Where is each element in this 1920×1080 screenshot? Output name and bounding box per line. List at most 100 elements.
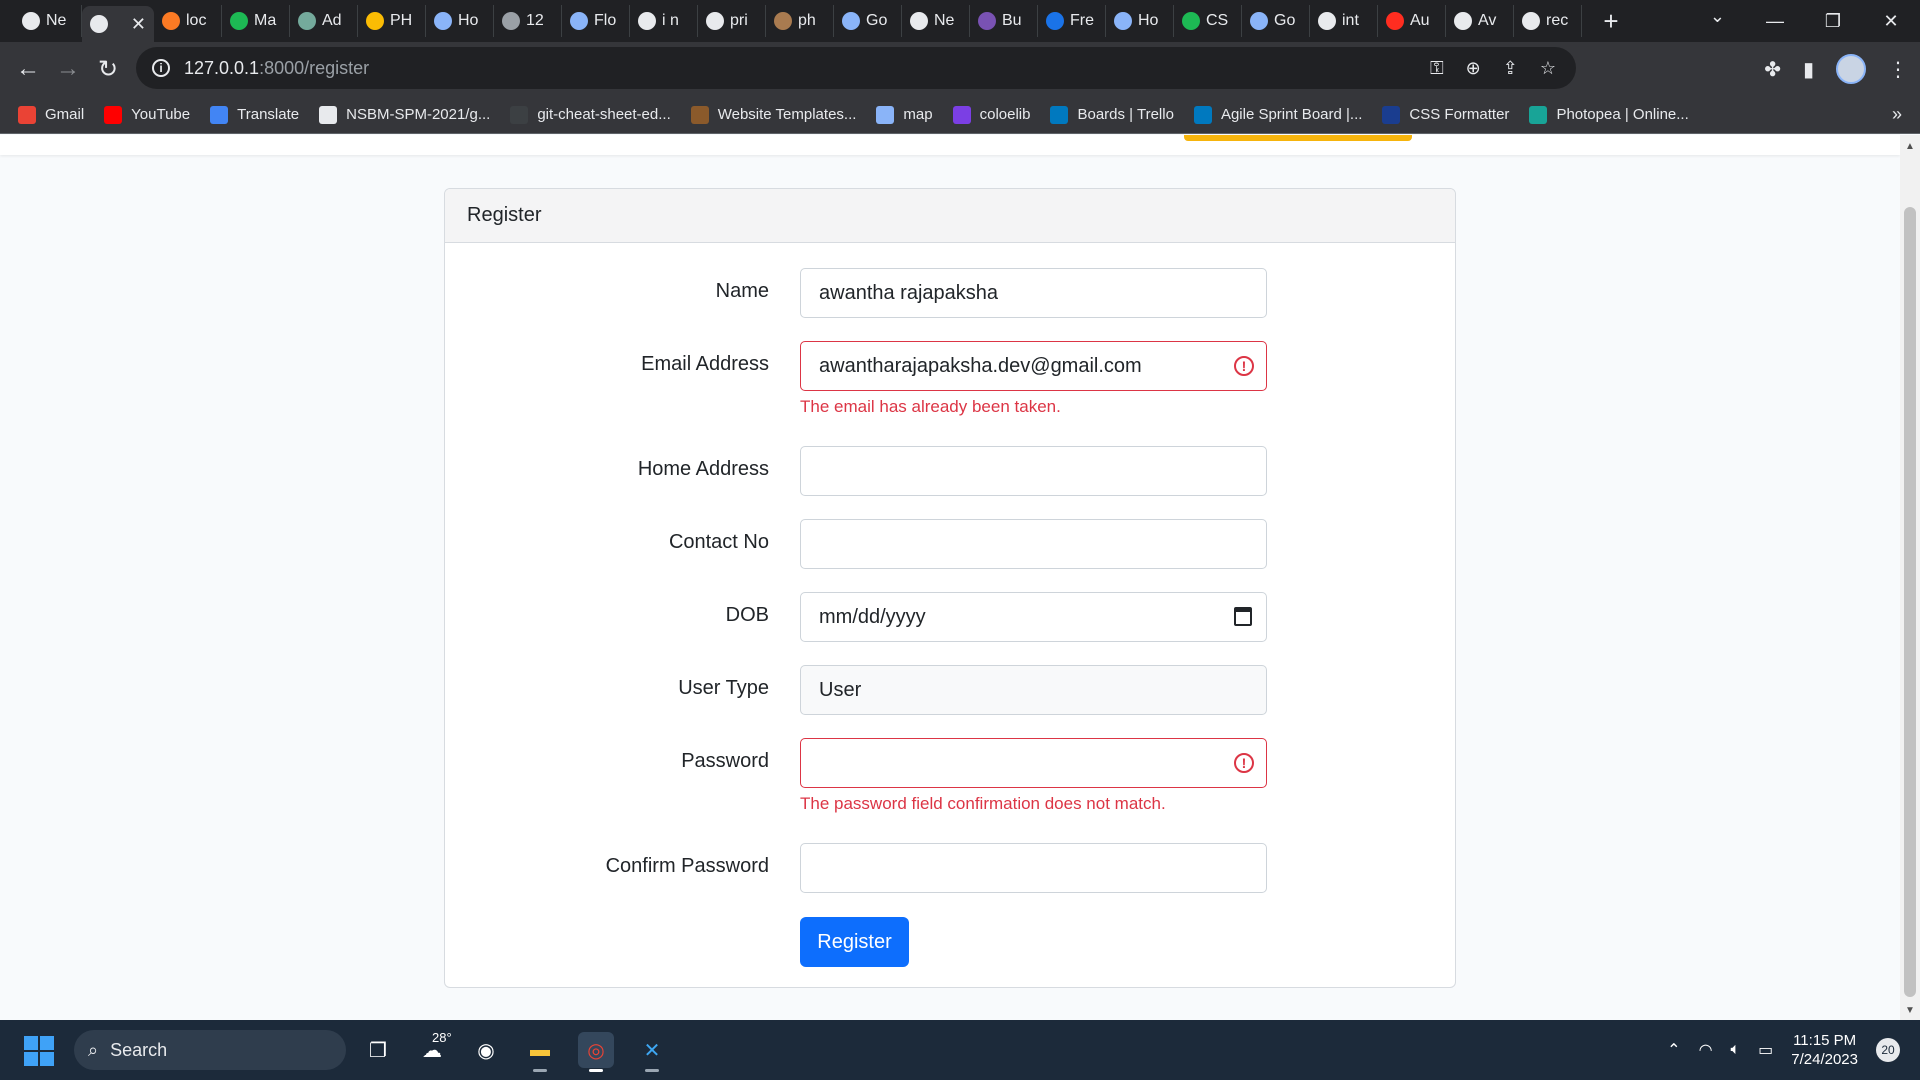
bookmark-label: git-cheat-sheet-ed... [537, 106, 671, 123]
forward-icon[interactable]: → [48, 55, 88, 83]
browser-tab[interactable]: i n [630, 5, 698, 37]
tab-label: Go [866, 12, 888, 29]
bookmark-item[interactable]: Agile Sprint Board |... [1193, 105, 1362, 124]
browser-tab[interactable]: Fre [1038, 5, 1106, 37]
gear-icon [1046, 12, 1064, 30]
vscode-icon[interactable]: ✕ [634, 1032, 670, 1072]
browser-tab[interactable]: Ho [1106, 5, 1174, 37]
tab-search-icon[interactable]: ⌄ [1710, 6, 1725, 27]
name-input[interactable]: awantha rajapaksha [800, 268, 1267, 318]
close-tab-icon[interactable]: ✕ [131, 14, 146, 35]
bookmark-label: NSBM-SPM-2021/g... [346, 106, 491, 123]
browser-tab[interactable]: Au [1378, 5, 1446, 37]
m-icon [230, 12, 248, 30]
globe-icon [502, 12, 520, 30]
reload-icon[interactable]: ↻ [88, 55, 128, 84]
clock[interactable]: 11:15 PM 7/24/2023 [1791, 1031, 1858, 1069]
browser-tab[interactable]: ✕ [82, 6, 154, 42]
bookmark-item[interactable]: NSBM-SPM-2021/g... [319, 105, 491, 124]
page-scrollbar[interactable]: ▲ ▼ [1900, 135, 1920, 1020]
map-icon [876, 105, 895, 124]
minimize-icon[interactable]: — [1746, 11, 1804, 32]
calendar-icon[interactable] [1234, 607, 1252, 626]
password-input[interactable]: ! [800, 738, 1267, 788]
home-address-input[interactable] [800, 446, 1267, 496]
browser-tab[interactable]: Ma [222, 5, 290, 37]
volume-icon[interactable]: 🔈︎ [1731, 1041, 1741, 1059]
restore-icon[interactable]: ❐ [1804, 11, 1862, 32]
profile-avatar[interactable] [1836, 54, 1866, 84]
confirm-password-input[interactable] [800, 843, 1267, 893]
bookmark-item[interactable]: YouTube [104, 105, 190, 124]
register-button[interactable]: Register [800, 917, 909, 967]
windows-taskbar: ⌕ Search ❐ ☁ 28° ◉ ▬ ◎ ✕ ⌃ ◠ 🔈︎ ▭ 11:15 … [0, 1020, 1920, 1080]
file-explorer-icon[interactable]: ▬ [522, 1032, 558, 1072]
task-view-icon[interactable]: ❐ [360, 1032, 396, 1068]
page-viewport: Register Name awantha rajapaksha Email A… [0, 135, 1900, 1020]
dob-input[interactable]: mm/dd/yyyy [800, 592, 1267, 642]
browser-tab[interactable]: Ne [902, 5, 970, 37]
address-bar[interactable]: i 127.0.0.1:8000/register ⚿ ⊕ ⇪ ☆ [136, 47, 1576, 89]
star-icon[interactable]: ☆ [1540, 58, 1556, 79]
tab-label: 12 [526, 12, 544, 29]
menu-kebab-icon[interactable]: ⋮ [1888, 57, 1908, 82]
bookmark-item[interactable]: git-cheat-sheet-ed... [510, 105, 671, 124]
chrome-icon[interactable]: ◎ [578, 1032, 614, 1072]
scroll-down-icon[interactable]: ▼ [1900, 1005, 1920, 1016]
site-info-icon[interactable]: i [152, 59, 170, 77]
teams-chat-icon[interactable]: ◉ [468, 1032, 504, 1068]
email-input[interactable]: awantharajapaksha.dev@gmail.com ! [800, 341, 1267, 391]
browser-tab[interactable]: loc [154, 5, 222, 37]
battery-icon[interactable]: ▭ [1758, 1040, 1773, 1060]
more-bookmarks-icon[interactable]: » [1892, 104, 1902, 125]
browser-tab[interactable]: Av [1446, 5, 1514, 37]
browser-tab[interactable]: Bu [970, 5, 1038, 37]
zoom-icon[interactable]: ⊕ [1466, 58, 1481, 79]
browser-tab[interactable]: Go [1242, 5, 1310, 37]
browser-tab[interactable]: CS [1174, 5, 1242, 37]
browser-tab[interactable]: Flo [562, 5, 630, 37]
contact-no-input[interactable] [800, 519, 1267, 569]
bookmark-label: map [903, 106, 933, 123]
bookmark-item[interactable]: Photopea | Online... [1529, 105, 1689, 124]
bookmarks-bar: Gmail YouTube Translate NSBM-SPM-2021/g... g… [0, 96, 1920, 134]
chevron-up-icon[interactable]: ⌃ [1667, 1040, 1680, 1060]
close-window-icon[interactable]: ✕ [1862, 11, 1920, 32]
extensions-icon[interactable]: ✤ [1764, 57, 1781, 82]
browser-tab[interactable]: Ne [14, 5, 82, 37]
share-icon[interactable]: ⇪ [1503, 58, 1518, 79]
browser-tab-strip: Ne ✕ loc Ma Ad PH Ho 12 Flo i n pri ph Go Ne Bu Fre Ho CS… [0, 0, 1920, 42]
browser-tab[interactable]: rec [1514, 5, 1582, 37]
back-icon[interactable]: ← [8, 55, 48, 83]
bookmark-item[interactable]: map [876, 105, 933, 124]
bookmark-item[interactable]: Boards | Trello [1050, 105, 1174, 124]
new-tab-button[interactable]: + [1596, 6, 1626, 37]
bookmark-item[interactable]: CSS Formatter [1382, 105, 1509, 124]
browser-tab[interactable]: Ho [426, 5, 494, 37]
wifi-icon[interactable]: ◠ [1699, 1040, 1713, 1060]
browser-tab[interactable]: int [1310, 5, 1378, 37]
colorlib-icon [952, 105, 971, 124]
bookmark-item[interactable]: Gmail [18, 105, 84, 124]
browser-tab[interactable]: PH [358, 5, 426, 37]
side-panel-icon[interactable]: ▮ [1803, 57, 1814, 82]
google-icon [1318, 12, 1336, 30]
browser-tab[interactable]: 12 [494, 5, 562, 37]
taskbar-search[interactable]: ⌕ Search [74, 1030, 346, 1070]
scrollbar-thumb[interactable] [1904, 207, 1916, 997]
key-icon[interactable]: ⚿ [1430, 58, 1444, 79]
browser-tab[interactable]: ph [766, 5, 834, 37]
tab-label: rec [1546, 12, 1569, 29]
browser-tab[interactable]: Go [834, 5, 902, 37]
bookmark-item[interactable]: Translate [210, 105, 299, 124]
email-error-icon: ! [1234, 356, 1254, 376]
bookmark-item[interactable]: Website Templates... [690, 105, 856, 124]
browser-tab[interactable]: pri [698, 5, 766, 37]
notification-badge[interactable]: 20 [1876, 1038, 1900, 1062]
user-type-input[interactable]: User [800, 665, 1267, 715]
bookmark-item[interactable]: coloelib [952, 105, 1030, 124]
scroll-up-icon[interactable]: ▲ [1900, 141, 1920, 152]
browser-tab[interactable]: Ad [290, 5, 358, 37]
name-label: Name [715, 280, 769, 302]
windows-start-icon[interactable] [24, 1036, 54, 1066]
